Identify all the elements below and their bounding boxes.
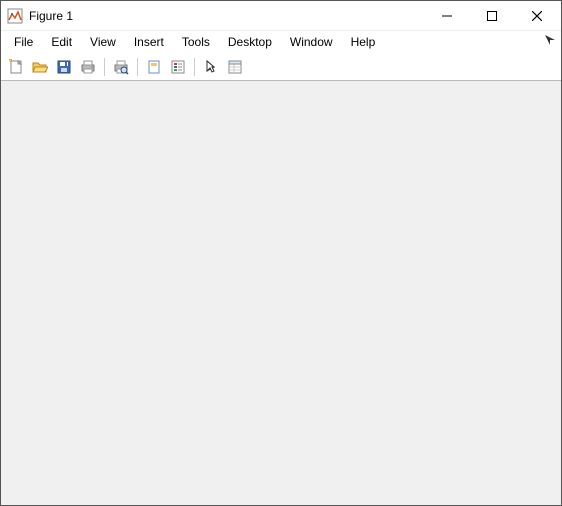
edit-plot-button[interactable] (200, 56, 222, 78)
titlebar: Figure 1 (1, 1, 561, 31)
open-button[interactable] (29, 56, 51, 78)
new-figure-button[interactable] (5, 56, 27, 78)
minimize-button[interactable] (424, 2, 469, 30)
window-controls (424, 2, 559, 30)
close-button[interactable] (514, 2, 559, 30)
menu-desktop[interactable]: Desktop (219, 33, 281, 51)
property-inspector-button[interactable] (224, 56, 246, 78)
menu-tools[interactable]: Tools (173, 33, 219, 51)
data-cursor-button[interactable] (143, 56, 165, 78)
dock-arrow-icon[interactable] (545, 35, 555, 45)
menu-help[interactable]: Help (342, 33, 385, 51)
toolbar-separator (137, 58, 138, 76)
save-button[interactable] (53, 56, 75, 78)
menu-window[interactable]: Window (281, 33, 342, 51)
print-button[interactable] (77, 56, 99, 78)
legend-button[interactable] (167, 56, 189, 78)
toolbar (1, 53, 561, 81)
toolbar-separator (194, 58, 195, 76)
toolbar-separator (104, 58, 105, 76)
app-icon (7, 8, 23, 24)
menu-insert[interactable]: Insert (125, 33, 173, 51)
figure-canvas[interactable] (1, 81, 561, 505)
window-title: Figure 1 (29, 9, 424, 23)
print-preview-button[interactable] (110, 56, 132, 78)
menu-file[interactable]: File (5, 33, 42, 51)
menu-view[interactable]: View (81, 33, 125, 51)
menubar: File Edit View Insert Tools Desktop Wind… (1, 31, 561, 53)
menu-edit[interactable]: Edit (42, 33, 81, 51)
maximize-button[interactable] (469, 2, 514, 30)
